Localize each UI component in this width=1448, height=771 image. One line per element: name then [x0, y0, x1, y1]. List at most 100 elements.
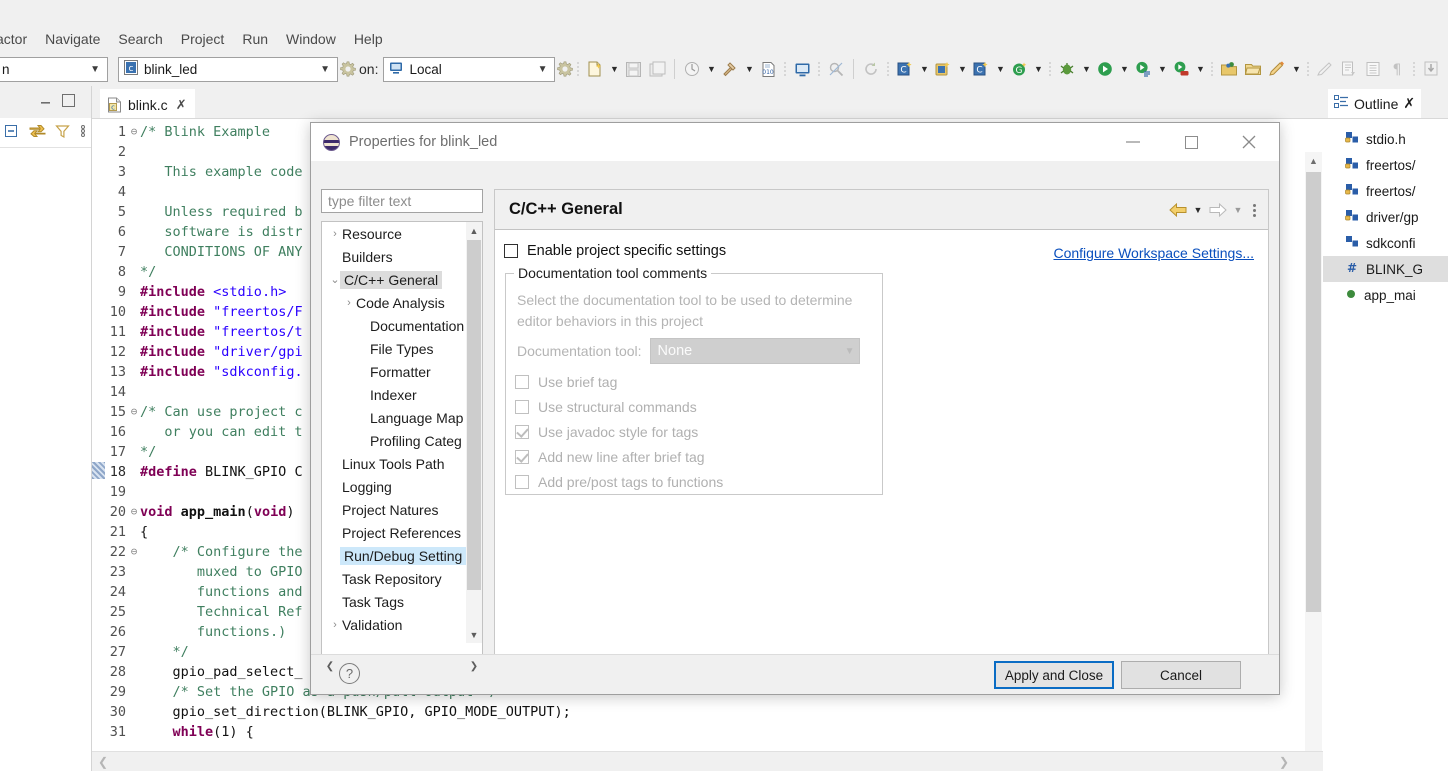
filter-icon[interactable]	[55, 124, 70, 142]
tree-item[interactable]: Profiling Categ	[322, 429, 467, 452]
toolbar-drag-handle[interactable]	[817, 60, 821, 78]
configure-workspace-settings-link[interactable]: Configure Workspace Settings...	[1053, 245, 1254, 261]
link-with-editor-icon[interactable]	[29, 123, 46, 142]
menu-item-help[interactable]: Help	[345, 29, 392, 49]
editor-horizontal-scrollbar[interactable]: ❮ ❯	[92, 751, 1323, 771]
scroll-right-arrow-icon[interactable]: ❯	[466, 658, 482, 675]
collapse-all-icon[interactable]	[4, 123, 20, 142]
open-folder-icon[interactable]	[1241, 57, 1265, 81]
page-menu-icon[interactable]	[1248, 203, 1260, 217]
filter-input[interactable]: type filter text	[321, 189, 483, 213]
tree-item[interactable]: Formatter	[322, 360, 467, 383]
menu-item-project[interactable]: Project	[172, 29, 234, 49]
editor-vertical-scrollbar[interactable]: ▲ ▼	[1305, 152, 1322, 771]
toolbar-drag-handle[interactable]	[1048, 60, 1052, 78]
tree-item[interactable]: ⌄ C/C++ General	[322, 268, 467, 291]
tree-item[interactable]: › Validation	[322, 613, 467, 636]
doc-checkbox-row[interactable]: Use structural commands	[515, 399, 697, 415]
binary-icon[interactable]: 010	[756, 57, 780, 81]
maximize-icon[interactable]	[62, 94, 75, 107]
new-generic-dropdown-arrow-icon[interactable]: ▼	[1031, 58, 1045, 80]
menu-item-window[interactable]: Window	[277, 29, 345, 49]
outline-item[interactable]: app_mai	[1323, 282, 1448, 308]
tree-item[interactable]: Task Repository	[322, 567, 467, 590]
outline-tab[interactable]: Outline ✗	[1328, 89, 1422, 118]
doc-checkbox-row[interactable]: Use javadoc style for tags	[515, 424, 698, 440]
toolbar-drag-handle[interactable]	[576, 60, 580, 78]
toolbar-drag-handle[interactable]	[1306, 60, 1310, 78]
outline-item[interactable]: stdio.h	[1323, 126, 1448, 152]
run-config-icon[interactable]	[1131, 57, 1155, 81]
fold-toggle-icon[interactable]: ⊖	[128, 122, 140, 142]
build-dropdown-arrow-icon[interactable]: ▼	[742, 58, 756, 80]
close-icon[interactable]: ✗	[176, 97, 187, 113]
new-c-class-dropdown-arrow-icon[interactable]: ▼	[955, 58, 969, 80]
build-hammer-icon[interactable]	[718, 57, 742, 81]
cancel-button[interactable]: Cancel	[1121, 661, 1241, 689]
chevron-right-icon[interactable]: ›	[328, 228, 342, 240]
scrollbar-thumb[interactable]	[1306, 172, 1321, 612]
enable-project-specific-checkbox[interactable]	[504, 244, 518, 258]
new-c-class-icon[interactable]	[931, 57, 955, 81]
chevron-right-icon[interactable]: ›	[328, 619, 342, 631]
tree-item[interactable]: Task Tags	[322, 590, 467, 613]
documentation-tool-select[interactable]: None ▼	[649, 338, 860, 364]
new-c-project-icon[interactable]: C	[893, 57, 917, 81]
tree-item[interactable]: Logging	[322, 475, 467, 498]
project-explorer-tree[interactable]	[0, 148, 91, 771]
minimize-icon[interactable]	[39, 96, 53, 106]
scrollbar-thumb[interactable]	[467, 240, 481, 590]
run-icon[interactable]	[1093, 57, 1117, 81]
new-generic-icon[interactable]: G	[1007, 57, 1031, 81]
pencil-dropdown-arrow-icon[interactable]: ▼	[1289, 58, 1303, 80]
tree-item[interactable]: Documentation	[322, 314, 467, 337]
close-icon[interactable]	[1221, 123, 1277, 161]
launch-settings-gear-icon[interactable]	[340, 61, 356, 77]
tree-vertical-scrollbar[interactable]: ▲ ▼	[466, 222, 482, 643]
stop-dropdown-arrow-icon[interactable]: ▼	[1193, 58, 1207, 80]
view-menu-icon[interactable]	[79, 123, 87, 142]
tree-item[interactable]: Project References	[322, 521, 467, 544]
pencil-icon[interactable]	[1265, 57, 1289, 81]
open-type-icon[interactable]	[1217, 57, 1241, 81]
properties-tree[interactable]: › Resource Builders ⌄ C/C++ General › Code Ana…	[321, 221, 483, 676]
perspective-combo[interactable]: n ▼	[0, 56, 108, 82]
debug-dropdown-arrow-icon[interactable]: ▼	[1079, 58, 1093, 80]
apply-and-close-button[interactable]: Apply and Close	[994, 661, 1114, 689]
new-c-project-dropdown-arrow-icon[interactable]: ▼	[917, 58, 931, 80]
outline-item[interactable]: driver/gp	[1323, 204, 1448, 230]
tree-item[interactable]: Run/Debug Setting	[322, 544, 467, 567]
toolbar-drag-handle[interactable]	[783, 60, 787, 78]
tree-item[interactable]: › Resource	[322, 222, 467, 245]
target-settings-gear-icon[interactable]	[557, 61, 574, 77]
scroll-left-arrow-icon[interactable]: ❮	[322, 658, 338, 675]
enable-project-specific-row[interactable]: Enable project specific settings	[504, 243, 726, 259]
menu-item-search[interactable]: Search	[109, 29, 171, 49]
new-file-dropdown-arrow-icon[interactable]: ▼	[607, 58, 621, 80]
maximize-icon[interactable]	[1163, 123, 1219, 161]
editor-tab-blink-c[interactable]: c blink.c ✗	[100, 89, 195, 118]
minimize-icon[interactable]	[1105, 123, 1161, 161]
scroll-up-arrow-icon[interactable]: ▲	[1305, 152, 1322, 169]
menu-item-run[interactable]: Run	[233, 29, 277, 49]
doc-checkbox-row[interactable]: Add pre/post tags to functions	[515, 474, 723, 490]
outline-item[interactable]: freertos/	[1323, 178, 1448, 204]
scroll-up-arrow-icon[interactable]: ▲	[466, 222, 482, 239]
launch-target-combo[interactable]: c blink_led ▼	[118, 56, 338, 82]
toolbar-drag-handle[interactable]	[886, 60, 890, 78]
tree-item[interactable]: File Types	[322, 337, 467, 360]
target-combo[interactable]: Local ▼	[383, 56, 556, 82]
fold-toggle-icon[interactable]: ⊖	[128, 542, 140, 562]
tree-item[interactable]: Language Map	[322, 406, 467, 429]
menu-item-refactor[interactable]: actor	[0, 29, 36, 49]
tree-item[interactable]: Builders	[322, 245, 467, 268]
outline-item[interactable]: # BLINK_G	[1323, 256, 1448, 282]
console-icon[interactable]	[790, 57, 814, 81]
tree-item[interactable]: Project Natures	[322, 498, 467, 521]
help-icon[interactable]: ?	[339, 663, 360, 684]
menu-item-navigate[interactable]: Navigate	[36, 29, 109, 49]
outline-list[interactable]: stdio.h freertos/freertos/driver/gp sdkcon…	[1323, 118, 1448, 771]
back-arrow-icon[interactable]	[1168, 200, 1188, 220]
forward-dropdown-arrow-icon[interactable]: ▼	[1231, 205, 1245, 215]
new-c-file-icon[interactable]: C	[969, 57, 993, 81]
